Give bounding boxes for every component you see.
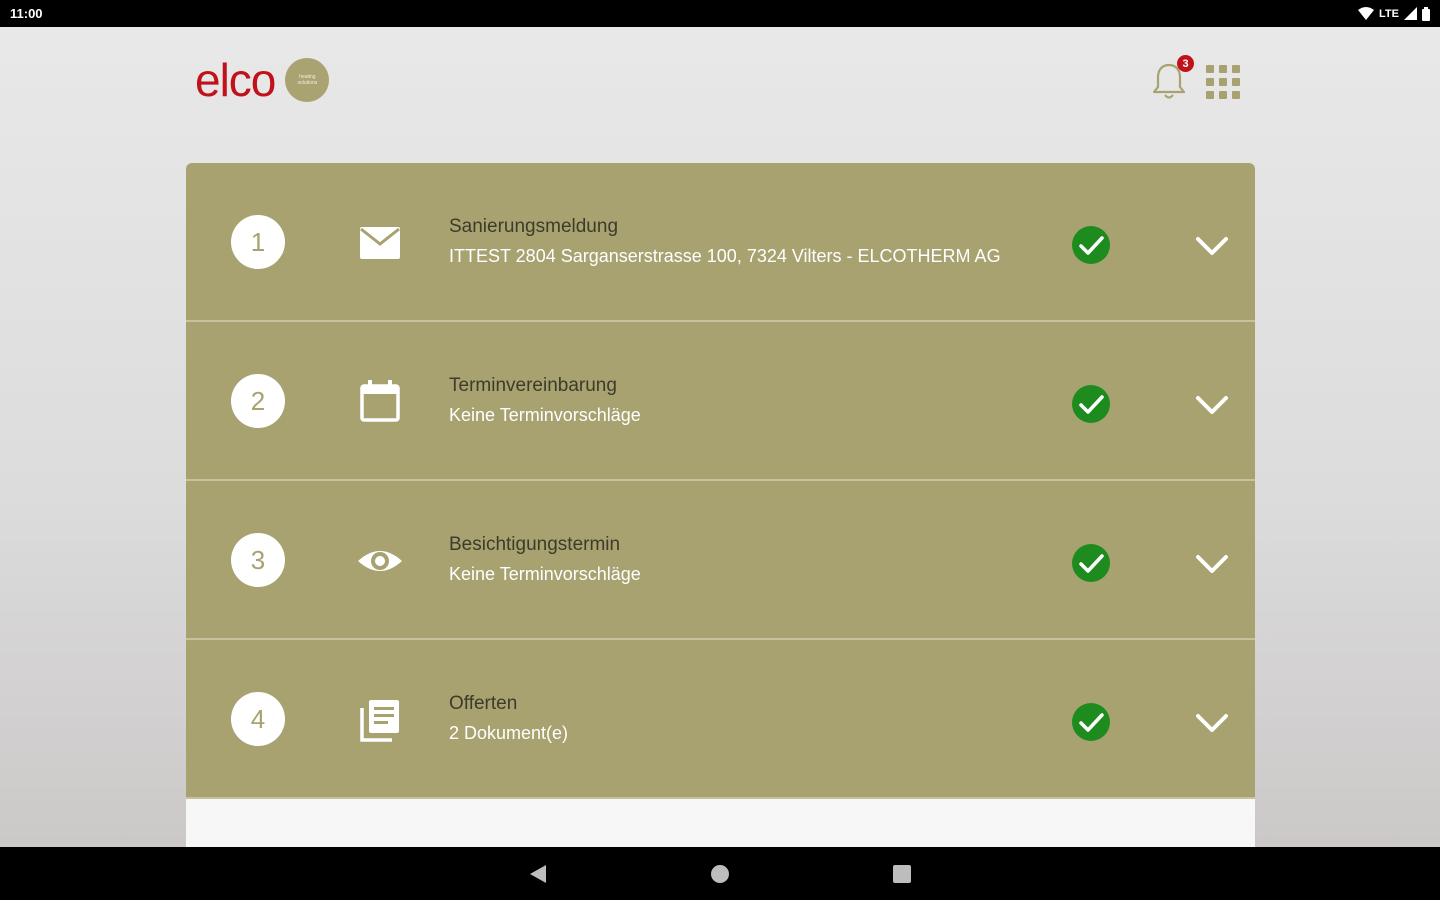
app-header: elco heating solutions 3	[0, 27, 1440, 137]
wifi-icon	[1358, 7, 1375, 20]
check-circle-icon	[1072, 385, 1110, 423]
battery-icon	[1422, 6, 1430, 21]
apps-menu-button[interactable]	[1205, 64, 1241, 100]
calendar-icon	[360, 380, 400, 422]
eye-icon	[358, 551, 402, 571]
step-row-3[interactable]: 3 Besichtigungstermin Keine Terminvorsch…	[186, 481, 1255, 640]
notification-count-badge: 3	[1177, 55, 1194, 72]
logo-badge: heating solutions	[285, 58, 330, 102]
step-subtitle: ITTEST 2804 Sarganserstrasse 100, 7324 V…	[449, 246, 1001, 266]
step-row-1[interactable]: 1 Sanierungsmeldung ITTEST 2804 Sarganse…	[186, 163, 1255, 322]
step-row-4[interactable]: 4 Offerten 2 Dokument(e)	[186, 640, 1255, 799]
step-number-badge: 4	[231, 692, 285, 746]
chevron-down-icon[interactable]	[1192, 388, 1232, 422]
apps-grid-icon	[1206, 65, 1240, 99]
step-title: Terminvereinbarung	[449, 375, 617, 396]
check-circle-icon	[1072, 544, 1110, 582]
system-navigation-bar	[0, 847, 1440, 900]
network-type: LTE	[1379, 7, 1399, 20]
step-number-badge: 1	[231, 215, 285, 269]
step-number-badge: 2	[231, 374, 285, 428]
step-subtitle: Keine Terminvorschläge	[449, 564, 641, 584]
mail-icon	[360, 227, 400, 259]
step-title: Offerten	[449, 693, 518, 714]
status-icons: LTE	[1358, 6, 1430, 21]
check-circle-icon	[1072, 703, 1110, 741]
signal-icon	[1404, 7, 1417, 20]
chevron-down-icon[interactable]	[1192, 706, 1232, 740]
step-title: Besichtigungstermin	[449, 534, 621, 555]
logo-text: elco	[195, 54, 276, 106]
check-circle-icon	[1072, 226, 1110, 264]
step-row-2[interactable]: 2 Terminvereinbarung Keine Terminvorschl…	[186, 322, 1255, 481]
step-title: Sanierungsmeldung	[449, 216, 619, 237]
chevron-down-icon[interactable]	[1192, 547, 1232, 581]
process-steps-card: 1 Sanierungsmeldung ITTEST 2804 Sarganse…	[186, 163, 1255, 863]
status-bar: 11:00 LTE	[0, 0, 1440, 27]
step-subtitle: Keine Terminvorschläge	[449, 405, 641, 425]
step-subtitle: 2 Dokument(e)	[449, 723, 569, 743]
elco-logo: elco heating solutions	[195, 54, 330, 106]
recents-square-icon	[893, 864, 911, 883]
documents-icon	[360, 700, 399, 742]
nav-back-button[interactable]	[520, 847, 556, 900]
home-circle-icon	[711, 864, 729, 883]
notifications-button[interactable]: 3	[1150, 55, 1194, 101]
status-time: 11:00	[10, 6, 43, 21]
nav-recents-button[interactable]	[884, 847, 920, 900]
nav-home-button[interactable]	[702, 847, 738, 900]
back-triangle-icon	[530, 864, 546, 883]
chevron-down-icon[interactable]	[1192, 229, 1232, 263]
step-number-badge: 3	[231, 533, 285, 587]
